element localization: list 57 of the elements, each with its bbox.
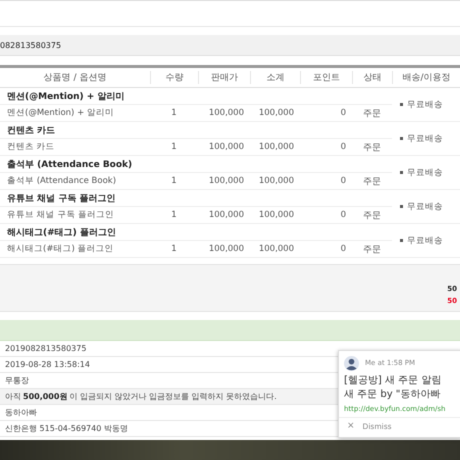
bullet-icon — [400, 137, 403, 140]
quantity-cell-text: 1 — [170, 244, 178, 254]
price-cell-text: 100,000 — [208, 176, 245, 186]
option-name: 멘션(@Mention) + 알리미 — [6, 107, 115, 119]
subtotal-cell-text: 100,000 — [258, 244, 295, 254]
status-cell-text: 주문 — [362, 244, 382, 256]
status-cell-text: 주문 — [362, 108, 382, 120]
close-icon[interactable]: × — [347, 421, 355, 431]
subtotal-cell-text: 100,000 — [258, 108, 295, 118]
product-title: 컨텐츠 카드 — [7, 124, 56, 136]
point-cell-text: 0 — [340, 176, 347, 186]
column-header: 상태 — [352, 71, 392, 84]
quantity-cell-text: 1 — [170, 176, 178, 186]
notification-body: 새 주문 by "동하아빠 — [344, 389, 442, 401]
column-header: 판매가 — [198, 71, 250, 84]
point-cell-text: 0 — [340, 142, 347, 152]
status-cell-text: 주문 — [362, 210, 382, 222]
delivery-cell: 무료배송 — [407, 166, 443, 178]
subtotal-cell-text: 100,000 — [258, 176, 295, 186]
point-cell-text: 0 — [340, 210, 347, 220]
column-header: 배송/이용정 — [392, 71, 460, 84]
notification-title: [헬공방] 새 주문 알림 — [344, 375, 442, 387]
quantity-cell-text: 1 — [170, 108, 178, 118]
column-header: 상품명 / 옵션명 — [42, 72, 108, 84]
product-title: 유튜브 채널 구독 플러그인 — [7, 192, 116, 204]
price-cell-text: 100,000 — [208, 142, 245, 152]
price-cell-text: 100,000 — [208, 244, 245, 254]
quantity-cell-text: 1 — [170, 142, 178, 152]
subtotal-cell-text: 100,000 — [258, 142, 295, 152]
product-title: 멘션(@Mention) + 알리미 — [7, 90, 124, 102]
subtotal-cell-text: 100,000 — [258, 210, 295, 220]
column-header: 포인트 — [300, 71, 352, 84]
delivery-cell: 무료배송 — [407, 200, 443, 212]
option-name: 유튜브 채널 구독 플러그인 — [6, 209, 116, 221]
delivery-cell: 무료배송 — [407, 132, 443, 144]
point-cell-text: 0 — [340, 244, 347, 254]
bullet-icon — [400, 103, 403, 106]
price-cell-text: 100,000 — [208, 210, 245, 220]
bullet-icon — [400, 205, 403, 208]
status-cell-text: 주문 — [362, 142, 382, 154]
bullet-icon — [400, 171, 403, 174]
delivery-cell: 무료배송 — [407, 98, 443, 110]
product-title: 해시태그(#태그) 플러그인 — [7, 226, 116, 238]
point-cell-text: 0 — [340, 108, 347, 118]
avatar-icon — [344, 356, 359, 370]
order-number: 082813580375 — [0, 40, 62, 50]
product-title: 출석부 (Attendance Book) — [7, 158, 132, 170]
option-name: 해시태그(#태그) 플러그인 — [6, 243, 114, 255]
column-header: 수량 — [150, 71, 198, 84]
status-cell-text: 주문 — [362, 176, 382, 188]
quantity-cell-text: 1 — [170, 210, 178, 220]
column-header: 소계 — [250, 71, 300, 84]
option-name: 컨텐츠 카드 — [6, 141, 56, 153]
delivery-cell: 무료배송 — [407, 234, 443, 246]
bullet-icon — [400, 239, 403, 242]
option-name: 출석부 (Attendance Book) — [6, 175, 118, 187]
price-cell-text: 100,000 — [208, 108, 245, 118]
